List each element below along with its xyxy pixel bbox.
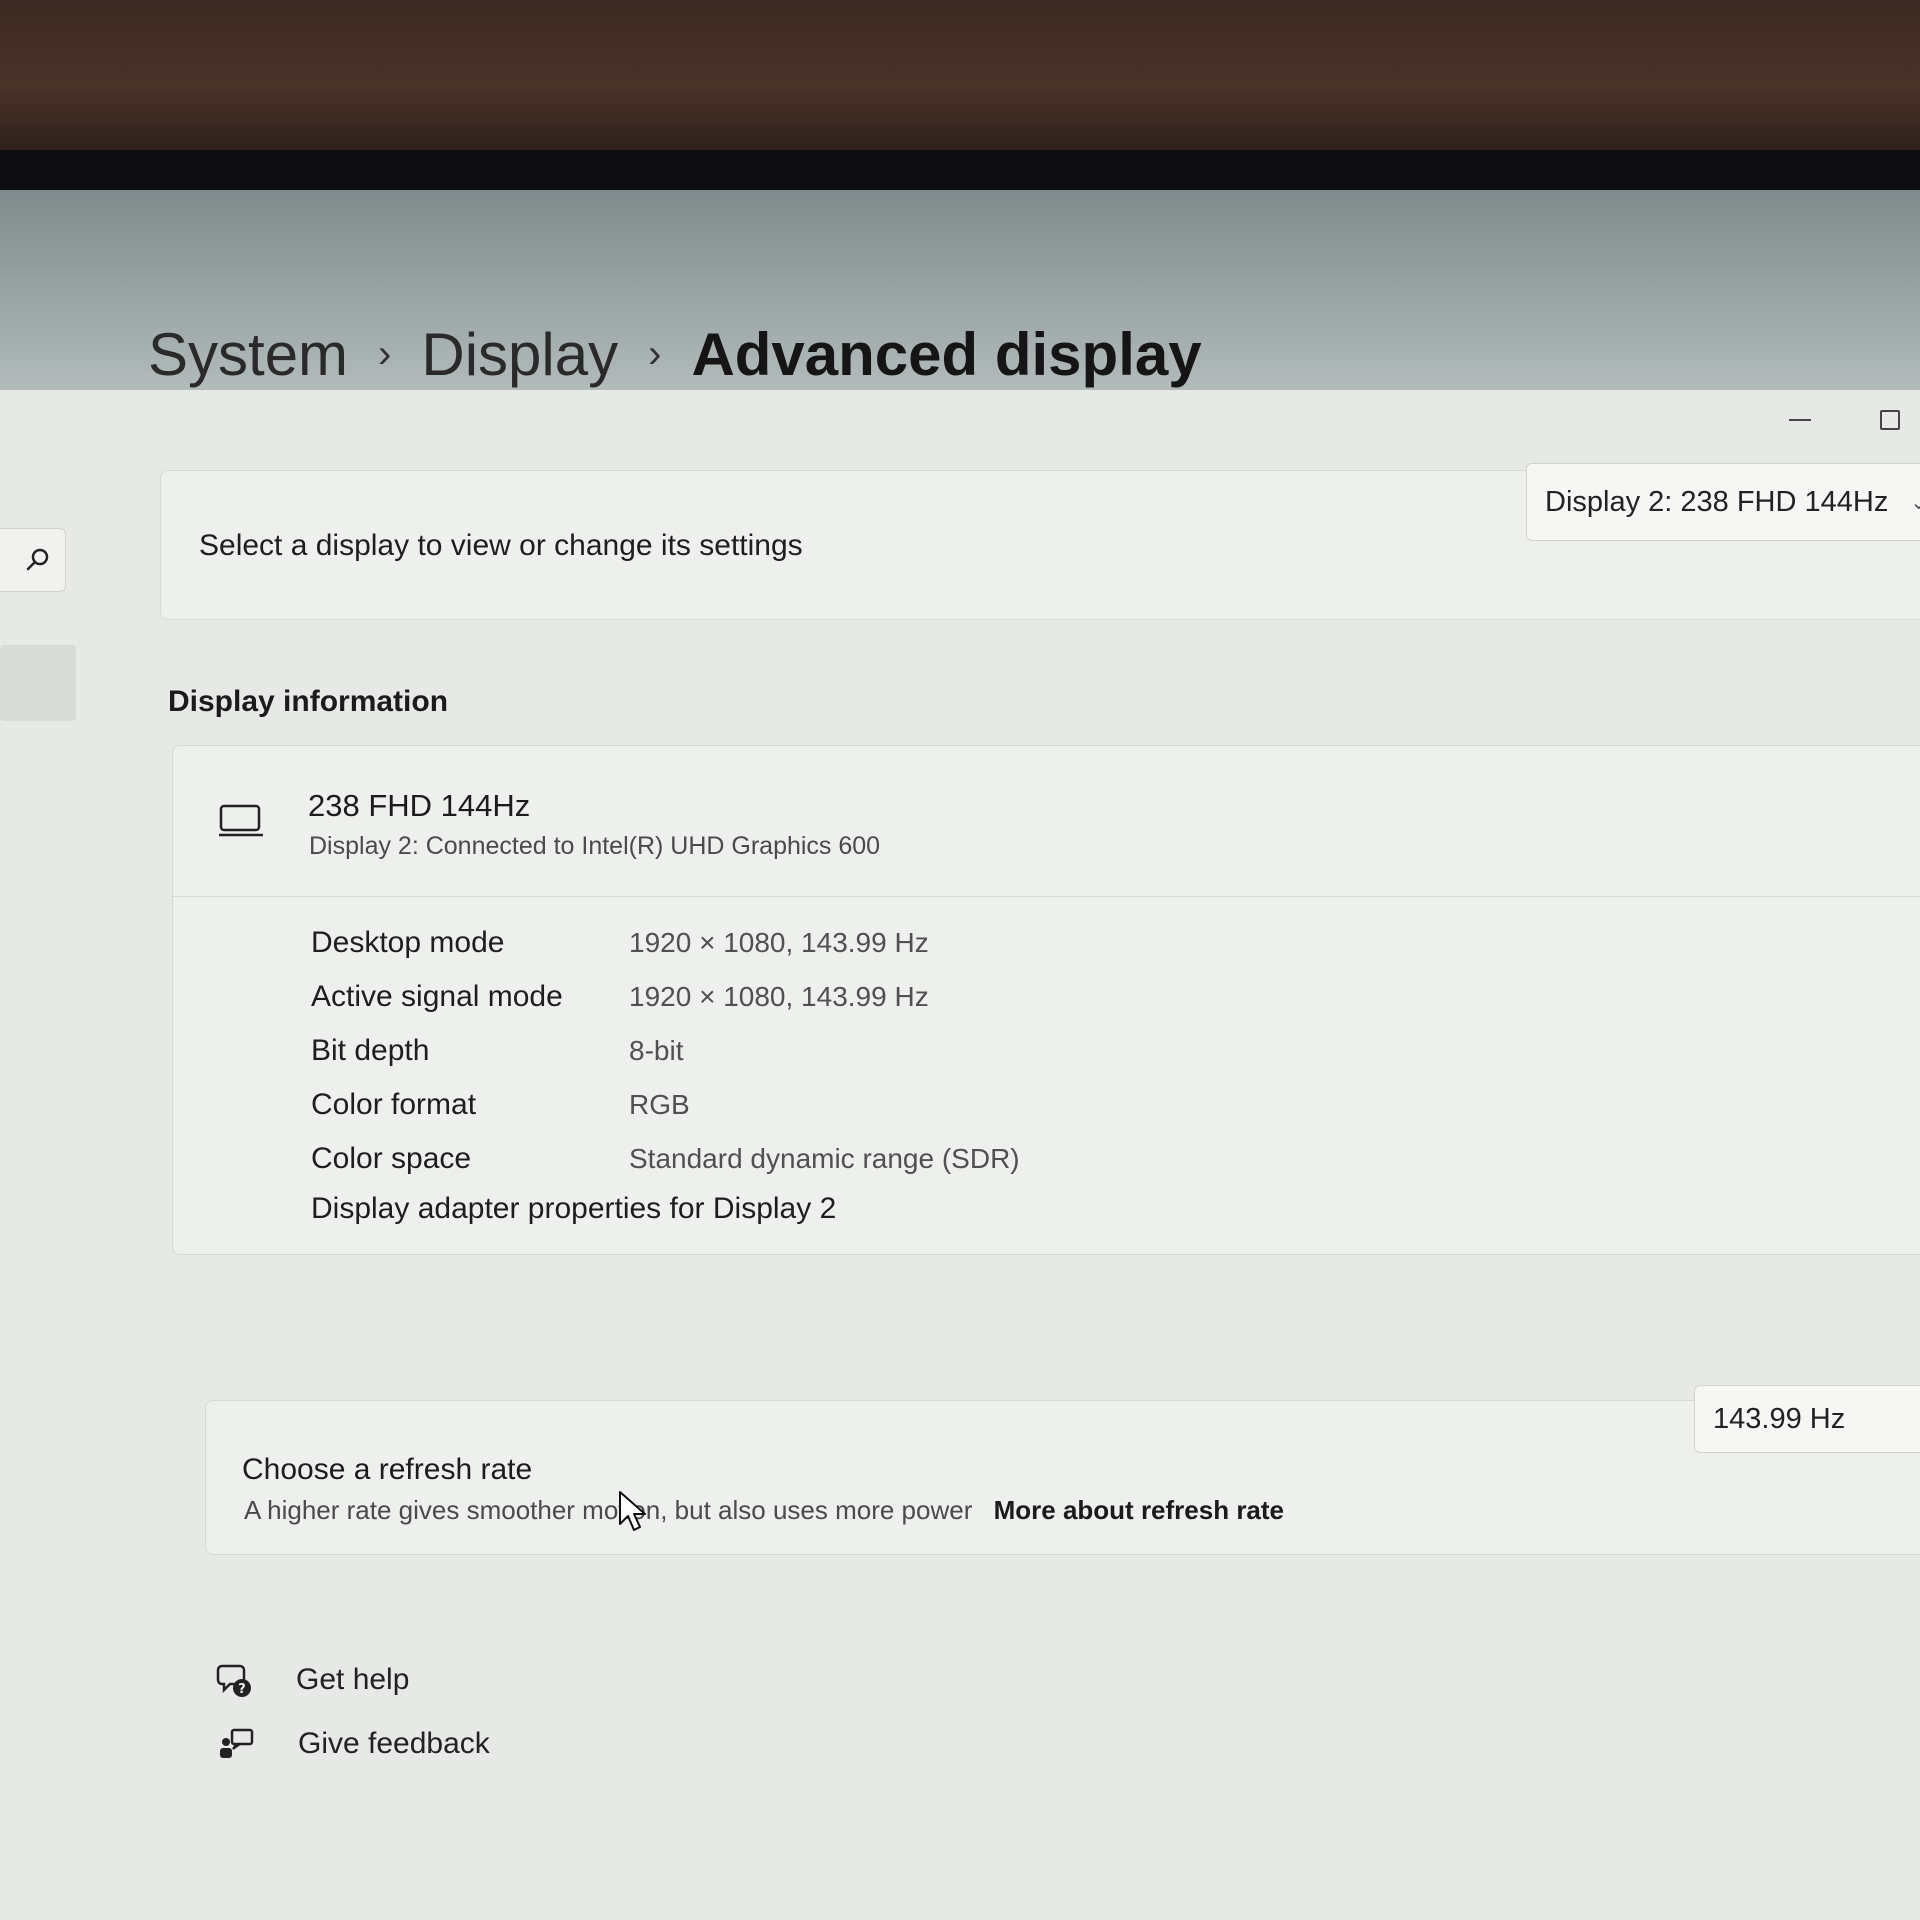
info-value: RGB <box>629 1089 690 1120</box>
breadcrumb-display[interactable]: Display <box>421 320 618 389</box>
search-input[interactable] <box>0 528 66 592</box>
help-icon: ? <box>212 1658 256 1702</box>
monitor-subtitle: Display 2: Connected to Intel(R) UHD Gra… <box>309 832 881 860</box>
minimize-icon <box>1789 419 1811 421</box>
minimize-button[interactable] <box>1760 390 1840 450</box>
info-value: Standard dynamic range (SDR) <box>629 1143 1020 1174</box>
refresh-rate-title: Choose a refresh rate <box>242 1453 533 1486</box>
display-selector-card: Select a display to view or change its s… <box>160 463 1920 620</box>
info-label: Desktop mode <box>311 926 505 959</box>
info-label: Bit depth <box>311 1034 430 1067</box>
info-label: Color format <box>311 1088 477 1121</box>
display-information-header: 238 FHD 144Hz Display 2: Connected to In… <box>173 746 1920 897</box>
display-selector-label: Select a display to view or change its s… <box>199 529 803 562</box>
display-info-rows: Desktop mode 1920 × 1080, 143.99 Hz Acti… <box>311 916 1020 1226</box>
breadcrumb-separator: › <box>378 332 392 376</box>
get-help-label: Get help <box>296 1663 410 1696</box>
monitor-name: 238 FHD 144Hz <box>308 788 531 823</box>
breadcrumb-separator: › <box>648 332 662 376</box>
background-wall <box>0 0 1920 160</box>
refresh-rate-value: 143.99 Hz <box>1713 1402 1846 1435</box>
maximize-icon <box>1880 410 1900 430</box>
refresh-rate-dropdown[interactable]: 143.99 Hz ⌄ <box>1694 1385 1920 1453</box>
monitor-icon <box>219 804 263 837</box>
display-dropdown[interactable]: Display 2: 238 FHD 144Hz ⌄ <box>1526 463 1920 541</box>
svg-text:?: ? <box>238 1682 246 1697</box>
info-row: Bit depth 8-bit <box>311 1024 1020 1078</box>
info-value: 8-bit <box>629 1035 684 1066</box>
chevron-down-icon: ⌄ <box>1910 491 1920 514</box>
sidebar-selected-item[interactable] <box>0 645 76 721</box>
refresh-rate-card: Choose a refresh rate A higher rate give… <box>205 1385 1920 1555</box>
refresh-rate-description: A higher rate gives smoother motion, but… <box>244 1495 973 1525</box>
search-icon <box>26 548 49 571</box>
info-value: 1920 × 1080, 143.99 Hz <box>629 981 929 1012</box>
info-row: Desktop mode 1920 × 1080, 143.99 Hz <box>311 916 1020 970</box>
display-information-heading: Display information <box>168 685 449 718</box>
info-value: 1920 × 1080, 143.99 Hz <box>629 927 929 958</box>
info-row: Active signal mode 1920 × 1080, 143.99 H… <box>311 970 1020 1024</box>
maximize-button[interactable] <box>1850 390 1920 450</box>
photo-scene: System › Display › Advanced display Sele… <box>0 0 1920 1920</box>
give-feedback-link[interactable]: Give feedback <box>214 1722 490 1766</box>
info-label: Active signal mode <box>311 980 563 1013</box>
mouse-cursor-icon <box>619 1491 646 1531</box>
display-adapter-properties-link[interactable]: Display adapter properties for Display 2 <box>311 1192 1020 1226</box>
refresh-rate-description-line: A higher rate gives smoother motion, but… <box>244 1495 1284 1526</box>
info-row: Color format RGB <box>311 1078 1020 1132</box>
page-title: Advanced display <box>691 321 1202 388</box>
breadcrumb-system[interactable]: System <box>148 320 348 389</box>
display-information-card: 238 FHD 144Hz Display 2: Connected to In… <box>172 745 1920 1255</box>
get-help-link[interactable]: ? Get help <box>212 1658 409 1702</box>
display-dropdown-value: Display 2: 238 FHD 144Hz <box>1545 485 1889 518</box>
info-row: Color space Standard dynamic range (SDR) <box>311 1132 1020 1186</box>
give-feedback-label: Give feedback <box>298 1727 490 1760</box>
breadcrumb: System › Display › Advanced display <box>148 320 1202 389</box>
feedback-icon <box>214 1722 258 1766</box>
more-about-refresh-rate-link[interactable]: More about refresh rate <box>994 1495 1284 1525</box>
info-label: Color space <box>311 1142 472 1175</box>
